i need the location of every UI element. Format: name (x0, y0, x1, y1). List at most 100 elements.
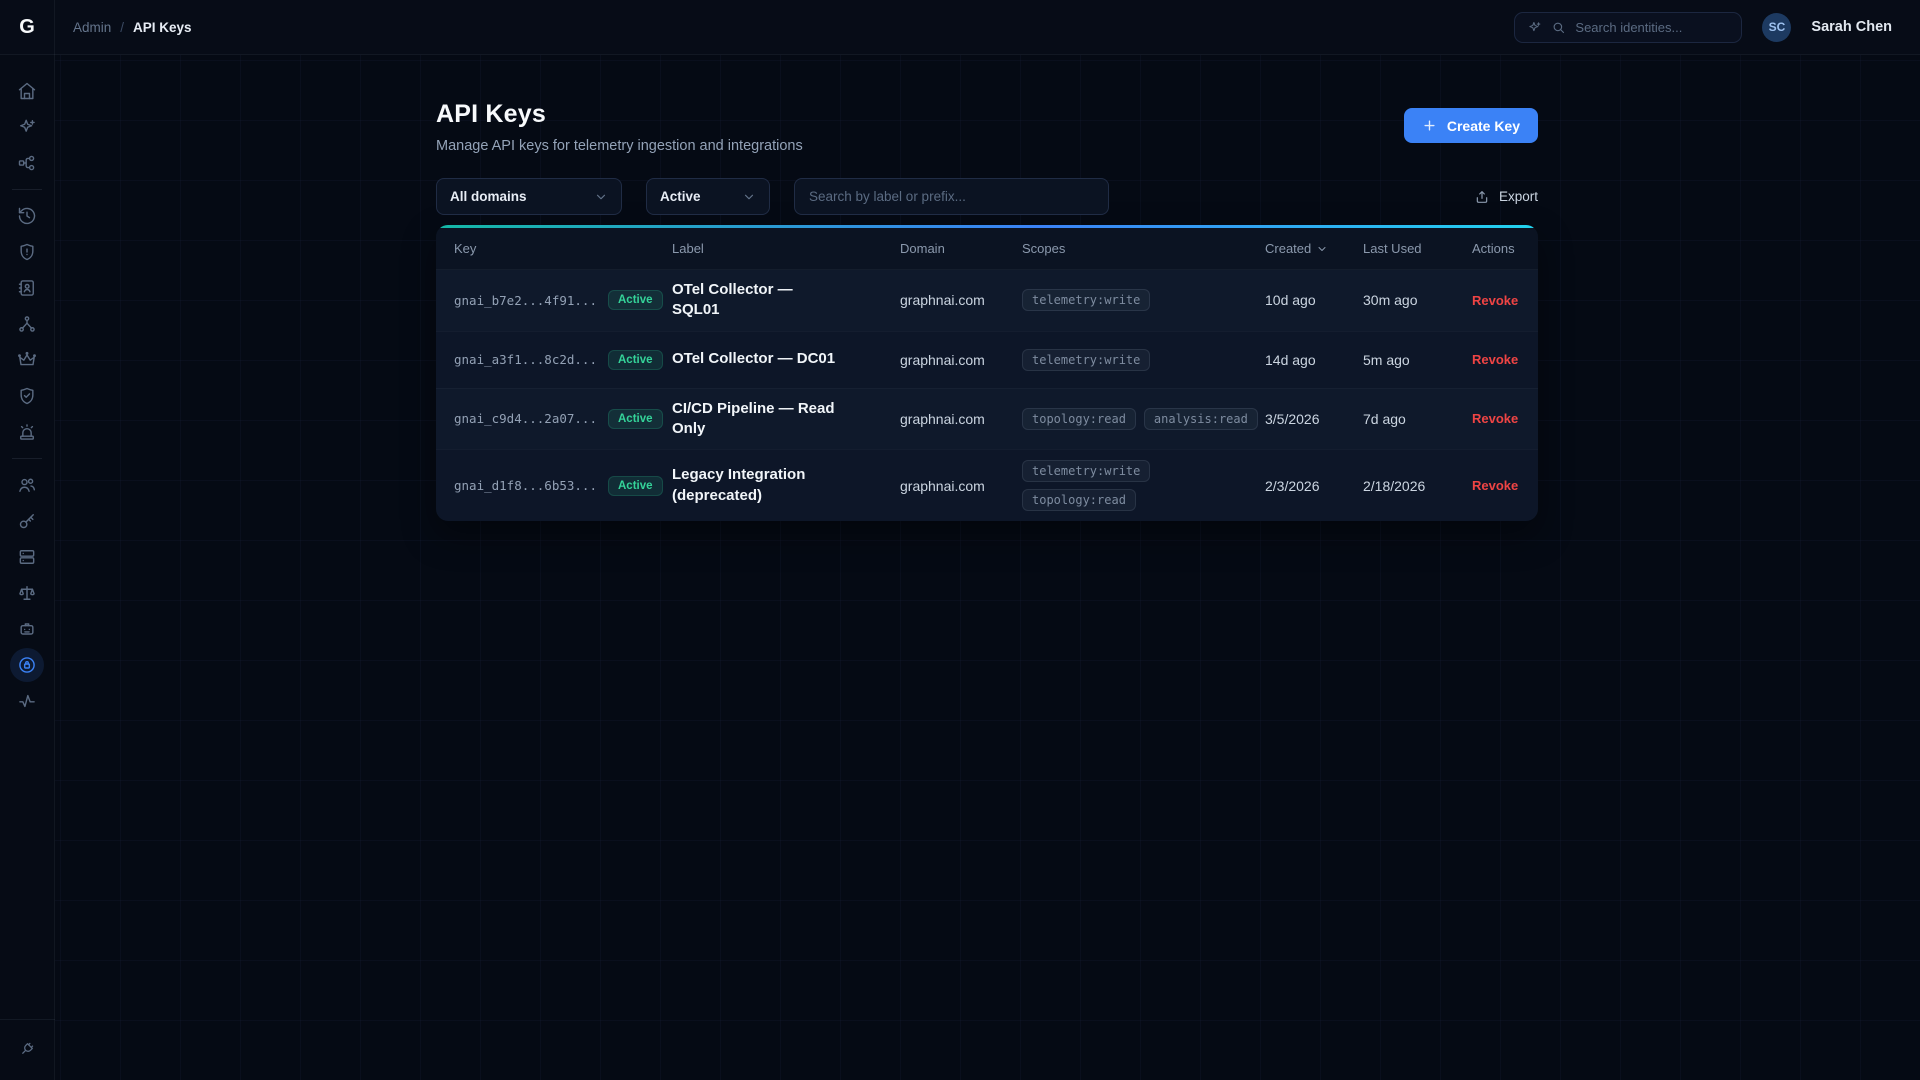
topbar: G Admin / API Keys SC Sarah Chen (0, 0, 1920, 55)
col-actions: Actions (1472, 241, 1520, 256)
status-filter-value: Active (660, 189, 701, 204)
revoke-button[interactable]: Revoke (1472, 352, 1520, 367)
status-filter-select[interactable]: Active (646, 178, 770, 215)
chevron-down-icon (594, 190, 608, 204)
sidebar-item-history[interactable] (10, 199, 44, 233)
scopes-cell: telemetry:write topology:read (1022, 460, 1265, 511)
sidebar-item-sparkles[interactable] (10, 110, 44, 144)
filters-bar: All domains Active Export (436, 178, 1538, 215)
history-icon (17, 206, 37, 226)
scope-chip: topology:read (1022, 408, 1136, 430)
activity-icon (17, 691, 37, 711)
status-badge: Active (608, 350, 663, 370)
revoke-button[interactable]: Revoke (1472, 411, 1520, 426)
export-button[interactable]: Export (1474, 189, 1538, 205)
crown-icon (17, 350, 37, 370)
home-icon (17, 81, 37, 101)
key-label: OTel Collector — DC01 (672, 349, 837, 369)
logo-cell[interactable]: G (0, 0, 55, 55)
breadcrumb: Admin / API Keys (73, 20, 192, 35)
sidebar-item-crown[interactable] (10, 343, 44, 377)
sidebar-item-id-card[interactable] (10, 271, 44, 305)
revoke-button[interactable]: Revoke (1472, 478, 1520, 493)
export-label: Export (1499, 189, 1538, 204)
sparkle-icon (1527, 20, 1542, 35)
plus-icon (1422, 118, 1437, 133)
bot-icon (17, 619, 37, 639)
key-domain: graphnai.com (900, 478, 1022, 494)
table-row: gnai_b7e2...4f91... Active OTel Collecto… (436, 270, 1538, 331)
created-cell: 14d ago (1265, 352, 1363, 368)
topbar-right: SC Sarah Chen (1514, 12, 1892, 43)
breadcrumb-admin[interactable]: Admin (73, 20, 111, 35)
sidebar-divider (12, 458, 42, 459)
status-badge: Active (608, 476, 663, 496)
col-created-sort[interactable]: Created (1265, 241, 1363, 256)
id-card-icon (17, 278, 37, 298)
scales-icon (17, 583, 37, 603)
col-key: Key (454, 241, 672, 256)
key-prefix: gnai_b7e2...4f91... (454, 293, 597, 308)
sidebar-item-shield-alert[interactable] (10, 235, 44, 269)
sidebar-item-activity[interactable] (10, 684, 44, 718)
sidebar-item-siren[interactable] (10, 415, 44, 449)
sidebar-divider (0, 1019, 55, 1020)
avatar[interactable]: SC (1762, 13, 1791, 42)
page-header: API Keys Manage API keys for telemetry i… (436, 100, 1538, 154)
col-scopes: Scopes (1022, 241, 1265, 256)
key-domain: graphnai.com (900, 352, 1022, 368)
sidebar-item-server[interactable] (10, 540, 44, 574)
identity-search[interactable] (1514, 12, 1742, 43)
key-prefix: gnai_d1f8...6b53... (454, 478, 597, 493)
create-key-button[interactable]: Create Key (1404, 108, 1538, 143)
page-title: API Keys (436, 100, 1538, 129)
identity-search-input[interactable] (1575, 20, 1715, 35)
key-cell: gnai_c9d4...2a07... Active (454, 409, 672, 429)
table-row: gnai_d1f8...6b53... Active Legacy Integr… (436, 449, 1538, 521)
last-used-cell: 5m ago (1363, 352, 1472, 368)
domain-filter-select[interactable]: All domains (436, 178, 622, 215)
key-label: Legacy Integration (deprecated) (672, 465, 837, 506)
scope-chip: telemetry:write (1022, 289, 1150, 311)
scopes-cell: telemetry:write (1022, 289, 1265, 311)
user-name: Sarah Chen (1811, 19, 1892, 35)
label-search-input[interactable] (794, 178, 1109, 215)
created-cell: 3/5/2026 (1265, 411, 1363, 427)
sidebar-item-key[interactable] (10, 504, 44, 538)
search-icon (1551, 20, 1566, 35)
page-subtitle: Manage API keys for telemetry ingestion … (436, 138, 1538, 154)
sidebar-item-shield-check[interactable] (10, 379, 44, 413)
last-used-cell: 30m ago (1363, 292, 1472, 308)
scope-chip: telemetry:write (1022, 460, 1150, 482)
sparkles-icon (17, 117, 37, 137)
sidebar-item-lock[interactable] (10, 648, 44, 682)
scope-chip: topology:read (1022, 489, 1136, 511)
key-label: CI/CD Pipeline — Read Only (672, 399, 837, 440)
logo: G (19, 16, 35, 39)
server-icon (17, 547, 37, 567)
lock-circle-icon (17, 655, 37, 675)
export-icon (1474, 189, 1490, 205)
created-cell: 10d ago (1265, 292, 1363, 308)
create-key-label: Create Key (1447, 118, 1520, 134)
created-cell: 2/3/2026 (1265, 478, 1363, 494)
key-prefix: gnai_c9d4...2a07... (454, 411, 597, 426)
sidebar-item-home[interactable] (10, 74, 44, 108)
breadcrumb-separator: / (120, 20, 124, 35)
col-domain: Domain (900, 241, 1022, 256)
siren-icon (17, 422, 37, 442)
api-keys-table: Key Label Domain Scopes Created Last Use… (436, 225, 1538, 521)
sidebar-divider (12, 189, 42, 190)
revoke-button[interactable]: Revoke (1472, 293, 1520, 308)
sidebar-item-unplug[interactable] (10, 1032, 44, 1066)
main-content: API Keys Manage API keys for telemetry i… (436, 55, 1538, 521)
sidebar-item-users[interactable] (10, 468, 44, 502)
network-icon (17, 153, 37, 173)
sidebar-item-scales[interactable] (10, 576, 44, 610)
unplug-icon (18, 1040, 36, 1058)
sidebar-item-bot[interactable] (10, 612, 44, 646)
scope-chip: analysis:read (1144, 408, 1258, 430)
sidebar-item-network[interactable] (10, 146, 44, 180)
key-domain: graphnai.com (900, 292, 1022, 308)
sidebar-item-branch[interactable] (10, 307, 44, 341)
